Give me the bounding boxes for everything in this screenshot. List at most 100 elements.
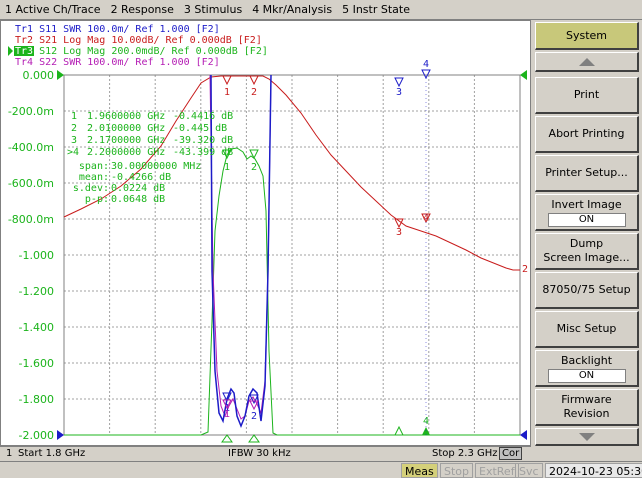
trace-label-tr3[interactable]: Tr3 S12 Log Mag 200.0mdB/ Ref 0.000dB [F… [15, 46, 268, 57]
status-extref: ExtRef [475, 463, 519, 478]
softkey-system-title[interactable]: System [535, 22, 639, 50]
invert-image-value: ON [547, 212, 626, 227]
softkey-printer-setup[interactable]: Printer Setup... [535, 155, 639, 192]
marker-3-s11-label: 3 [396, 87, 402, 98]
marker-1-s22-label: 1 [224, 409, 230, 420]
marker-4-s11-label: 4 [423, 59, 429, 70]
stat-sdev: s.dev: [73, 183, 109, 194]
status-meas: Meas [401, 463, 438, 478]
trace-statistics: span: 30.00000000 MHz mean: -0.4266 dB s… [73, 161, 201, 205]
marker-row-4[interactable]: >4 2.2000000 GHz -43.399 dB [67, 147, 233, 158]
ref-level-s11-right-icon[interactable] [520, 430, 527, 440]
backlight-value: ON [547, 368, 626, 383]
y-label-1: -200.0m [8, 105, 54, 118]
marker-2-s21-icon[interactable] [249, 75, 259, 86]
trace-label-tr1[interactable]: Tr1 S11 SWR 100.0m/ Ref 1.000 [F2] [15, 24, 220, 35]
softkey-invert-image-label: Invert Image [551, 197, 622, 211]
softkey-invert-image[interactable]: Invert Image ON [535, 194, 639, 231]
marker-3-s12-icon[interactable] [394, 425, 404, 436]
measurement-plot[interactable]: Tr1 S11 SWR 100.0m/ Ref 1.000 [F2] Tr2 S… [1, 21, 530, 445]
y-label-8: -1.600 [19, 357, 54, 370]
status-stop: Stop [440, 463, 474, 478]
marker-2-s12-label: 2 [251, 162, 257, 173]
menu-stimulus[interactable]: 3 Stimulus [179, 3, 247, 16]
instrument-status-bar: Meas Stop ExtRef Svc 2024-10-23 05:30 [0, 461, 642, 478]
marker-row-3[interactable]: 3 2.1700000 GHz -39.320 dB [71, 135, 233, 146]
ref-line-left-icon[interactable] [57, 70, 64, 80]
correction-badge: Cor [499, 447, 523, 460]
channel-status-bar: 1 Start 1.8 GHz IFBW 30 kHz Stop 2.3 GHz… [0, 446, 531, 460]
stat-pp-value: 0.0648 dB [111, 194, 165, 205]
marker-1-s12-label: 1 [224, 162, 230, 173]
stat-mean: mean: [79, 172, 109, 183]
softkey-backlight[interactable]: Backlight ON [535, 350, 639, 387]
softkey-firmware-revision[interactable]: Firmware Revision [535, 389, 639, 426]
ref-line-right-icon[interactable] [520, 70, 527, 80]
scroll-down-icon [578, 432, 595, 441]
softkey-87050-75-setup-label: 87050/75 Setup [542, 283, 631, 296]
sweep-stop[interactable]: Stop 2.3 GHz [432, 448, 498, 459]
marker-3-s11-icon[interactable] [394, 77, 404, 88]
softkey-87050-75-setup[interactable]: 87050/75 Setup [535, 272, 639, 309]
marker-3-s21-label: 3 [396, 227, 402, 238]
y-label-2: -400.0m [8, 141, 54, 154]
marker-2-s11-label: 2 [251, 411, 257, 422]
softkey-dump-label: Dump [569, 237, 604, 250]
channel-number[interactable]: 1 [6, 448, 12, 459]
status-svc: Svc [515, 463, 543, 478]
y-label-6: -1.200 [19, 285, 54, 298]
softkey-scroll-up-button[interactable] [535, 52, 639, 72]
stat-span-value: 30.00000000 MHz [111, 161, 201, 172]
softkey-firmware-label-2: Revision [563, 407, 610, 420]
stat-mean-value: -0.4266 dB [111, 172, 171, 183]
marker-row-1[interactable]: 1 1.9600000 GHz -0.4416 dB [71, 111, 233, 122]
marker-1-s21-label: 1 [224, 87, 230, 98]
softkey-misc-setup[interactable]: Misc Setup [535, 311, 639, 348]
marker-readout-table[interactable]: 1 1.9600000 GHz -0.4416 dB 2 2.0100000 GHz -… [67, 111, 233, 158]
softkey-abort-printing-label: Abort Printing [548, 127, 625, 140]
softkey-panel: System Print Abort Printing Printer Setu… [532, 20, 642, 446]
stat-span: span: [79, 161, 109, 172]
menu-bar: 1 Active Ch/Trace 2 Response 3 Stimulus … [0, 0, 642, 20]
stat-pp: p-p: [85, 194, 109, 205]
markers-s11[interactable]: 3 4 1 2 [222, 59, 431, 435]
menu-response[interactable]: 2 Response [106, 3, 179, 16]
softkey-misc-setup-label: Misc Setup [556, 322, 617, 335]
softkey-printer-setup-label: Printer Setup... [545, 166, 628, 179]
softkey-dump-screen-image[interactable]: Dump Screen Image... [535, 233, 639, 270]
softkey-abort-printing[interactable]: Abort Printing [535, 116, 639, 153]
marker-row-2[interactable]: 2 2.0100000 GHz -0.445 dB [71, 123, 227, 134]
softkey-dump-label-2: Screen Image... [543, 251, 630, 264]
y-label-10: -2.000 [19, 429, 54, 442]
trace-label-tr2[interactable]: Tr2 S21 Log Mag 10.00dB/ Ref 0.000dB [F2… [15, 35, 262, 46]
marker-1-s21-icon[interactable] [222, 75, 232, 86]
trace-label-tr4[interactable]: Tr4 S22 SWR 100.0m/ Ref 1.000 [F2] [15, 57, 220, 68]
y-label-9: -1.800 [19, 393, 54, 406]
y-label-3: -600.0m [8, 177, 54, 190]
stimulus-marker-1-icon [221, 434, 233, 443]
softkey-scroll-down-button[interactable] [535, 428, 639, 446]
marker-2-s21-label: 2 [251, 87, 257, 98]
menu-mkr-analysis[interactable]: 4 Mkr/Analysis [247, 3, 337, 16]
y-label-0: 0.000 [23, 69, 55, 82]
stat-sdev-value: 0.0224 dB [111, 183, 165, 194]
y-axis-labels: 0.000 -200.0m -400.0m -600.0m -800.0m -1… [8, 69, 54, 442]
trace-legend: Tr1 S11 SWR 100.0m/ Ref 1.000 [F2] Tr2 S… [8, 24, 268, 68]
y-label-7: -1.400 [19, 321, 54, 334]
ref-level-s11-left-icon[interactable] [57, 430, 64, 440]
measurement-window[interactable]: Tr1 S11 SWR 100.0m/ Ref 1.000 [F2] Tr2 S… [0, 20, 531, 446]
marker-4-s12-label: 4 [423, 416, 429, 427]
softkey-firmware-label: Firmware [561, 393, 612, 406]
stimulus-marker-2-icon [248, 434, 260, 443]
marker-2-s12-icon[interactable] [249, 149, 259, 160]
status-datetime: 2024-10-23 05:30 [545, 463, 642, 478]
ifbw-value[interactable]: IFBW 30 kHz [228, 448, 291, 459]
y-label-4: -800.0m [8, 213, 54, 226]
softkey-system-label: System [565, 28, 608, 42]
menu-instr-state[interactable]: 5 Instr State [337, 3, 415, 16]
trace-s21-end-label: 2 [522, 264, 528, 275]
sweep-start[interactable]: Start 1.8 GHz [18, 448, 85, 459]
softkey-print[interactable]: Print [535, 77, 639, 114]
softkey-print-label: Print [573, 88, 600, 101]
menu-active-ch-trace[interactable]: 1 Active Ch/Trace [0, 3, 106, 16]
